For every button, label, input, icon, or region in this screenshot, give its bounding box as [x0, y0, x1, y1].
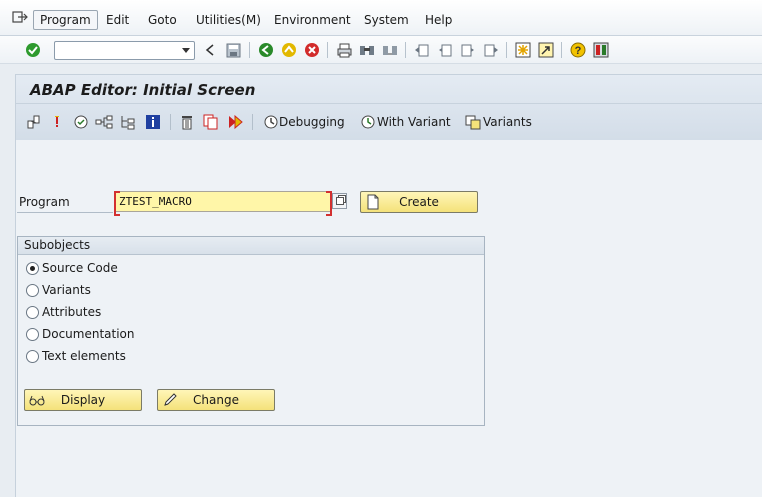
- next-page-icon[interactable]: [459, 41, 477, 59]
- toolbar-separator: [506, 42, 507, 58]
- radio-button[interactable]: [26, 328, 39, 341]
- find-next-icon[interactable]: [381, 41, 399, 59]
- customize-layout-icon[interactable]: [592, 41, 610, 59]
- menu-edit[interactable]: Edit: [100, 10, 135, 30]
- radio-label: Variants: [42, 283, 91, 297]
- radio-button[interactable]: [26, 350, 39, 363]
- subobjects-header: Subobjects: [18, 237, 484, 255]
- system-menu-icon[interactable]: [12, 10, 28, 24]
- toolbar-separator: [405, 42, 406, 58]
- menu-bar: Program Edit Goto Utilities(M) Environme…: [0, 0, 762, 36]
- change-button[interactable]: Change: [157, 389, 275, 411]
- hierarchy-icon[interactable]: [95, 113, 113, 131]
- previous-page-icon[interactable]: [436, 41, 454, 59]
- standard-toolbar: ?: [0, 36, 762, 64]
- delete-icon[interactable]: [178, 113, 196, 131]
- toolbar-separator: [327, 42, 328, 58]
- menu-goto[interactable]: Goto: [142, 10, 183, 30]
- last-page-icon[interactable]: [482, 41, 500, 59]
- chevron-down-icon[interactable]: [182, 48, 190, 53]
- title-separator: [16, 103, 762, 104]
- radio-label: Documentation: [42, 327, 135, 341]
- check-icon[interactable]: [72, 113, 90, 131]
- radio-label: Source Code: [42, 261, 118, 275]
- menu-environment[interactable]: Environment: [268, 10, 357, 30]
- toolbar-separator: [249, 42, 250, 58]
- radio-label: Attributes: [42, 305, 102, 319]
- radio-button[interactable]: [26, 306, 39, 319]
- menu-program[interactable]: Program: [33, 10, 98, 30]
- change-button-label: Change: [193, 393, 239, 407]
- value-help-icon[interactable]: [332, 193, 347, 209]
- app-toolbar-separator: [170, 114, 171, 130]
- radio-label: Text elements: [42, 349, 126, 363]
- toolbar-separator: [561, 42, 562, 58]
- page-title: ABAP Editor: Initial Screen: [30, 81, 256, 99]
- execute-icon[interactable]: [227, 113, 245, 131]
- create-session-icon[interactable]: [514, 41, 532, 59]
- back-icon[interactable]: [201, 41, 219, 59]
- shortcut-icon[interactable]: [537, 41, 555, 59]
- program-label-underline: [17, 212, 113, 213]
- display-button[interactable]: Display: [24, 389, 142, 411]
- cancel-icon[interactable]: [303, 41, 321, 59]
- radio-button-selected[interactable]: [26, 262, 39, 275]
- with-variant-button[interactable]: With Variant: [377, 115, 451, 129]
- exit-icon[interactable]: [280, 41, 298, 59]
- app-toolbar-separator: [252, 114, 253, 130]
- save-icon[interactable]: [224, 41, 242, 59]
- command-field[interactable]: [54, 41, 195, 60]
- menu-utilities[interactable]: Utilities(M): [190, 10, 267, 30]
- find-icon[interactable]: [358, 41, 376, 59]
- tree-icon[interactable]: [119, 113, 137, 131]
- debugging-button[interactable]: Debugging: [279, 115, 345, 129]
- svg-text:?: ?: [575, 45, 582, 57]
- info-icon[interactable]: [144, 113, 162, 131]
- with-variant-icon[interactable]: [359, 113, 377, 131]
- menu-system[interactable]: System: [358, 10, 415, 30]
- first-page-icon[interactable]: [413, 41, 431, 59]
- back-nav-icon[interactable]: [257, 41, 275, 59]
- copy-icon[interactable]: [202, 113, 220, 131]
- create-button[interactable]: Create: [360, 191, 478, 213]
- object-list-icon[interactable]: [25, 113, 43, 131]
- radio-button[interactable]: [26, 284, 39, 297]
- enter-icon[interactable]: [24, 41, 42, 59]
- menu-help[interactable]: Help: [419, 10, 458, 30]
- create-button-label: Create: [399, 195, 439, 209]
- subobjects-title: Subobjects: [24, 238, 91, 252]
- where-used-icon[interactable]: [48, 113, 66, 131]
- subobjects-group: Subobjects Source Code Variants Attribut…: [17, 236, 485, 426]
- variants-button[interactable]: Variants: [483, 115, 532, 129]
- program-label: Program: [19, 195, 70, 209]
- variants-icon[interactable]: [464, 113, 482, 131]
- print-icon[interactable]: [335, 41, 353, 59]
- program-input[interactable]: ZTEST_MACRO: [114, 191, 332, 216]
- display-button-label: Display: [60, 393, 106, 407]
- help-icon[interactable]: ?: [569, 41, 587, 59]
- debugging-icon[interactable]: [262, 113, 280, 131]
